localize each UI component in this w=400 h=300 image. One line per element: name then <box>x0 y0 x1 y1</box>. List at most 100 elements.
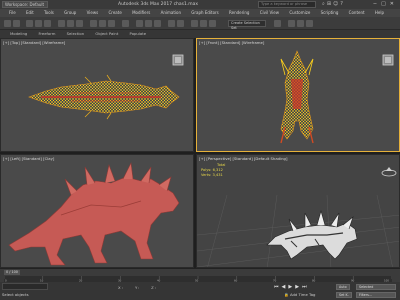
help-icon[interactable]: ? <box>340 1 345 7</box>
verts-label: Verts: <box>201 173 212 177</box>
menu-civil-view[interactable]: Civil View <box>260 9 279 17</box>
layer-icon[interactable] <box>191 20 198 27</box>
render-setup-icon[interactable] <box>288 20 295 27</box>
polys-value: 6,312 <box>212 168 223 172</box>
add-time-tag-label: Add Time Tag <box>289 292 316 297</box>
select-by-name-icon[interactable] <box>67 20 74 27</box>
menu-scripting[interactable]: Scripting <box>321 9 339 17</box>
window-controls: −□✕ <box>373 0 398 9</box>
window-title: Autodesk 3ds Max 2017 chas1.max <box>118 2 199 7</box>
playback-controls: ⏮◀▶▶⏭ <box>274 284 310 290</box>
undo-icon[interactable] <box>4 20 11 27</box>
viewport-left-label[interactable]: [+] [Left] [Standard] [Clay] <box>3 156 54 161</box>
viewport-top-label[interactable]: [+] [Top] [Standard] [Wireframe] <box>3 40 65 45</box>
z-label: Z: <box>151 285 157 290</box>
percent-snap-icon[interactable] <box>154 20 161 27</box>
menu-views[interactable]: Views <box>87 9 99 17</box>
bind-icon[interactable] <box>44 20 51 27</box>
title-tools: ⌕⊞☺? <box>322 0 345 9</box>
key-filters-button[interactable]: Filters... <box>356 292 396 298</box>
rotate-icon[interactable] <box>99 20 106 27</box>
coordinate-display: X: Y: Z: <box>118 285 157 290</box>
curve-editor-icon[interactable] <box>200 20 207 27</box>
snap-icon[interactable] <box>136 20 143 27</box>
menu-animation[interactable]: Animation <box>161 9 181 17</box>
move-icon[interactable] <box>90 20 97 27</box>
menu-modifiers[interactable]: Modifiers <box>132 9 150 17</box>
scale-icon[interactable] <box>108 20 115 27</box>
scene-statistics: Total Polys: 6,312 Verts: 3,431 <box>201 163 225 178</box>
status-bar: Select objects X: Y: Z: ⏮◀▶▶⏭ 🔒 Add Time… <box>0 282 400 300</box>
y-label: Y: <box>134 285 141 290</box>
viewport-front[interactable]: [+] [Front] [Standard] [Wireframe] <box>196 38 400 152</box>
minimize-button[interactable]: − <box>373 1 381 7</box>
menu-help[interactable]: Help <box>375 9 384 17</box>
menu-edit[interactable]: Edit <box>26 9 34 17</box>
time-slider[interactable]: 0 / 100 <box>4 270 20 275</box>
viewcube-icon[interactable] <box>381 53 395 67</box>
auto-key-button[interactable]: Auto <box>336 284 350 290</box>
viewport-front-label[interactable]: [+] [Front] [Standard] [Wireframe] <box>199 40 264 45</box>
lock-icon[interactable]: 🔒 <box>284 292 289 297</box>
title-bar: Workspace: Default Autodesk 3ds Max 2017… <box>0 0 400 9</box>
menu-bar: File Edit Tools Group Views Create Modif… <box>0 9 400 17</box>
3ds-max-window: Workspace: Default Autodesk 3ds Max 2017… <box>0 0 400 300</box>
left-clay-model <box>8 161 180 266</box>
align-icon[interactable] <box>177 20 184 27</box>
timeline[interactable]: 0 / 100 0 10 20 30 40 50 60 70 80 90 100 <box>0 268 400 282</box>
x-label: X: <box>118 285 124 290</box>
viewport-area: [+] [Top] [Standard] [Wireframe] [+] [Fr… <box>0 38 400 268</box>
main-toolbar: Create Selection Set <box>0 17 400 30</box>
viewcube-icon[interactable] <box>171 53 185 67</box>
go-to-start-icon[interactable]: ⏮ <box>274 284 282 290</box>
top-wireframe-model <box>28 74 180 120</box>
maxscript-listener-input[interactable] <box>2 283 48 290</box>
viewport-perspective[interactable]: [+] [Perspective] [Standard] [Default Sh… <box>196 154 400 268</box>
menu-file[interactable]: File <box>9 9 16 17</box>
tab-freeform[interactable]: Freeform <box>39 30 56 38</box>
tab-selection[interactable]: Selection <box>67 30 85 38</box>
menu-rendering[interactable]: Rendering <box>229 9 249 17</box>
viewcube-icon[interactable] <box>381 165 397 177</box>
menu-create[interactable]: Create <box>108 9 121 17</box>
menu-group[interactable]: Group <box>64 9 76 17</box>
mirror-icon[interactable] <box>168 20 175 27</box>
set-key-button[interactable]: Set K. <box>336 292 352 298</box>
viewport-perspective-label[interactable]: [+] [Perspective] [Standard] [Default Sh… <box>199 156 287 161</box>
menu-graph-editors[interactable]: Graph Editors <box>191 9 218 17</box>
verts-row: Verts: 3,431 <box>201 173 225 178</box>
menu-content[interactable]: Content <box>349 9 365 17</box>
verts-value: 3,431 <box>212 173 223 177</box>
key-filter-dropdown[interactable]: Selected <box>356 284 396 290</box>
ribbon-tabs: Modeling Freeform Selection Object Paint… <box>0 30 400 38</box>
menu-customize[interactable]: Customize <box>289 9 310 17</box>
redo-icon[interactable] <box>13 20 20 27</box>
pivot-icon[interactable] <box>122 20 129 27</box>
close-button[interactable]: ✕ <box>390 1 398 7</box>
status-message: Select objects <box>2 292 29 297</box>
tab-populate[interactable]: Populate <box>130 30 147 38</box>
go-to-end-icon[interactable]: ⏭ <box>302 284 310 290</box>
schematic-icon[interactable] <box>209 20 216 27</box>
link-icon[interactable] <box>26 20 33 27</box>
maximize-button[interactable]: □ <box>381 1 390 7</box>
select-icon[interactable] <box>58 20 65 27</box>
render-frame-icon[interactable] <box>297 20 304 27</box>
front-wireframe-model <box>280 50 314 144</box>
region-select-icon[interactable] <box>76 20 83 27</box>
material-editor-icon[interactable] <box>274 20 281 27</box>
viewport-left[interactable]: [+] [Left] [Standard] [Clay] <box>0 154 194 268</box>
viewport-top[interactable]: [+] [Top] [Standard] [Wireframe] <box>0 38 194 152</box>
render-icon[interactable] <box>306 20 313 27</box>
search-input[interactable]: Type a keyword or phrase <box>258 1 316 8</box>
add-time-tag[interactable]: 🔒 Add Time Tag <box>284 292 315 297</box>
selection-set-dropdown[interactable]: Create Selection Set <box>228 20 266 30</box>
polys-label: Polys: <box>201 168 212 172</box>
angle-snap-icon[interactable] <box>145 20 152 27</box>
unlink-icon[interactable] <box>35 20 42 27</box>
perspective-grid <box>197 194 399 267</box>
tab-object-paint[interactable]: Object Paint <box>95 30 118 38</box>
tab-modeling[interactable]: Modeling <box>10 30 27 38</box>
menu-tools[interactable]: Tools <box>44 9 54 17</box>
workspace-dropdown[interactable]: Workspace: Default <box>2 1 48 8</box>
